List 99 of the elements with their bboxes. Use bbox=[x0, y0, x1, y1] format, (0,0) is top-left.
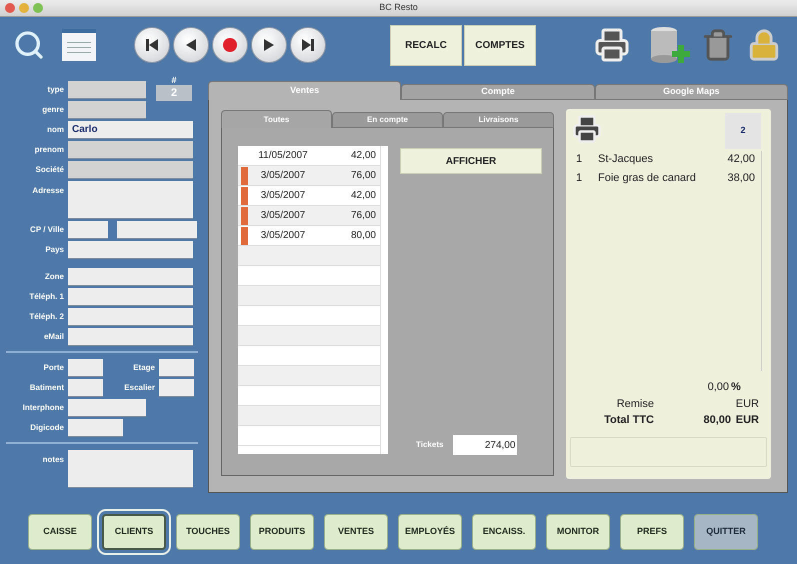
field-label: prenom bbox=[34, 144, 64, 156]
sales-row[interactable]: 3/05/2007 42,00 bbox=[238, 186, 380, 206]
minimize-icon[interactable] bbox=[19, 3, 29, 13]
next-record-button[interactable] bbox=[251, 27, 287, 63]
input-field[interactable] bbox=[68, 419, 123, 437]
nav-button[interactable]: MONITOR bbox=[546, 514, 610, 550]
input-field[interactable] bbox=[159, 359, 194, 377]
field-label: type bbox=[46, 84, 64, 96]
tickets-label: Tickets bbox=[416, 439, 444, 451]
record-icon bbox=[222, 37, 238, 53]
ticket-number: 2 bbox=[725, 113, 761, 149]
field-label: Digicode bbox=[29, 422, 64, 434]
zoom-icon[interactable] bbox=[33, 3, 43, 13]
percent-unit: % bbox=[731, 380, 742, 395]
input-field[interactable] bbox=[68, 268, 193, 286]
item-quantity: 1 bbox=[576, 152, 584, 167]
item-name: Foie gras de canard bbox=[598, 170, 697, 186]
nav-button[interactable]: EMPLOYÉS bbox=[398, 514, 462, 550]
nav-button[interactable]: CAISSE bbox=[28, 514, 92, 550]
sale-date: 11/05/2007 bbox=[257, 149, 309, 163]
sale-amount: 76,00 bbox=[350, 209, 377, 223]
record-number: 2 bbox=[156, 85, 192, 101]
field-label: Porte bbox=[42, 362, 64, 374]
sale-amount: 42,00 bbox=[350, 189, 377, 203]
input-field[interactable] bbox=[68, 308, 193, 326]
text-area[interactable] bbox=[68, 181, 193, 219]
field-label: Société bbox=[34, 164, 64, 176]
database-add-icon[interactable] bbox=[648, 25, 690, 65]
sale-amount: 76,00 bbox=[350, 169, 377, 183]
item-name: St-Jacques bbox=[598, 152, 654, 167]
input-field[interactable] bbox=[68, 359, 103, 377]
nav-button[interactable]: PRODUITS bbox=[250, 514, 314, 550]
field-label: genre bbox=[41, 104, 64, 116]
list-icon[interactable] bbox=[62, 29, 96, 61]
nav-button[interactable]: ENCAISS. bbox=[472, 514, 536, 550]
currency-unit: EUR bbox=[734, 413, 759, 428]
input-field[interactable] bbox=[68, 328, 193, 346]
previous-record-button[interactable] bbox=[173, 27, 209, 63]
window-title: BC Resto bbox=[379, 1, 418, 14]
sales-row[interactable]: 3/05/2007 76,00 bbox=[238, 206, 380, 226]
item-price: 38,00 bbox=[726, 170, 755, 186]
field-label: Téléph. 1 bbox=[28, 291, 64, 303]
input-field[interactable] bbox=[68, 379, 103, 397]
nav-button[interactable]: VENTES bbox=[324, 514, 388, 550]
field-label: Zone bbox=[44, 271, 64, 283]
close-icon[interactable] bbox=[5, 3, 15, 13]
input-field[interactable] bbox=[68, 141, 193, 159]
afficher-button[interactable]: AFFICHER bbox=[400, 148, 542, 174]
play-back-icon bbox=[184, 38, 198, 52]
input-field[interactable] bbox=[68, 241, 193, 259]
play-icon bbox=[262, 38, 276, 52]
sale-amount: 80,00 bbox=[350, 229, 377, 243]
sales-row[interactable]: 3/05/2007 76,00 bbox=[238, 166, 380, 186]
input-field[interactable] bbox=[68, 81, 146, 99]
remise-label: Remise bbox=[616, 396, 654, 412]
currency-unit: EUR bbox=[734, 396, 759, 412]
field-label: Batiment bbox=[28, 382, 64, 394]
sale-date: 3/05/2007 bbox=[260, 169, 306, 183]
field-label: nom bbox=[46, 124, 64, 136]
input-field[interactable] bbox=[68, 399, 146, 417]
input-field[interactable] bbox=[68, 161, 193, 179]
sales-row[interactable]: 3/05/2007 80,00 bbox=[238, 226, 380, 246]
text-area[interactable] bbox=[68, 450, 193, 488]
nav-button[interactable]: TOUCHES bbox=[176, 514, 240, 550]
item-quantity: 1 bbox=[576, 170, 584, 186]
field-label: Adresse bbox=[31, 185, 64, 197]
input-field[interactable] bbox=[68, 101, 146, 119]
field-label: notes bbox=[42, 454, 64, 466]
skip-forward-icon bbox=[301, 38, 315, 52]
last-record-button[interactable] bbox=[290, 27, 326, 63]
field-label: Téléph. 2 bbox=[28, 311, 64, 323]
field-label: Escalier bbox=[123, 382, 155, 394]
toolbar-button[interactable]: COMPTES bbox=[464, 24, 536, 66]
field-label: Interphone bbox=[22, 402, 64, 414]
sale-date: 3/05/2007 bbox=[260, 209, 306, 223]
field-label: Etage bbox=[132, 362, 155, 374]
field-label: Pays bbox=[44, 244, 64, 256]
field-label: CP / Ville bbox=[29, 224, 64, 236]
input-field[interactable] bbox=[159, 379, 194, 397]
skip-back-icon bbox=[145, 38, 159, 52]
sale-amount: 42,00 bbox=[350, 149, 377, 163]
field-label: eMail bbox=[42, 331, 64, 343]
sale-date: 3/05/2007 bbox=[260, 229, 306, 243]
first-record-button[interactable] bbox=[134, 27, 170, 63]
input-field[interactable] bbox=[68, 288, 193, 306]
input-field[interactable]: Carlo bbox=[68, 121, 193, 139]
remise-value: 0,00 bbox=[708, 380, 729, 395]
total-value: 80,00 bbox=[703, 413, 731, 428]
record-button[interactable] bbox=[212, 27, 248, 63]
input-field[interactable] bbox=[117, 221, 197, 239]
toolbar-button[interactable]: RECALC bbox=[390, 24, 462, 66]
item-price: 42,00 bbox=[726, 152, 755, 167]
tickets-total: 274,00 bbox=[453, 435, 518, 455]
nav-button[interactable]: PREFS bbox=[620, 514, 684, 550]
number-label: # bbox=[171, 75, 176, 85]
sale-date: 3/05/2007 bbox=[260, 189, 306, 203]
total-label: Total TTC bbox=[603, 413, 654, 428]
nav-button[interactable]: QUITTER bbox=[694, 514, 758, 550]
input-field[interactable] bbox=[68, 221, 108, 239]
